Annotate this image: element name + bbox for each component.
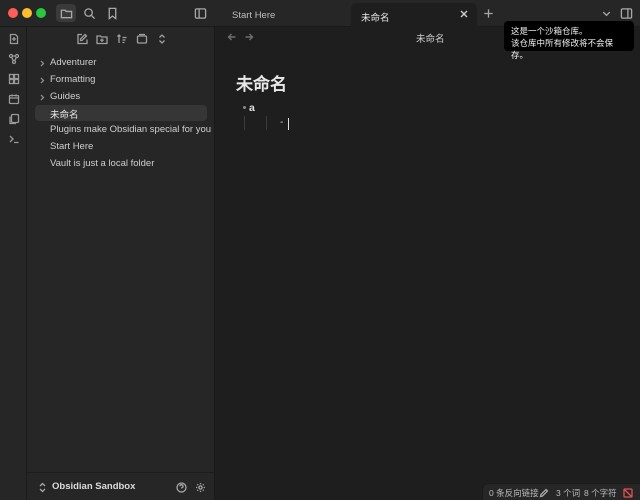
window-minimize-button[interactable] [22, 8, 32, 18]
forward-arrow-icon[interactable] [244, 31, 257, 44]
tab-untitled[interactable]: 未命名 [351, 3, 477, 27]
new-folder-icon[interactable] [94, 31, 109, 46]
status-bar: 0 条反向链接 3 个词 8 个字符 [482, 483, 640, 500]
sidebar-item-label: Adventurer [50, 57, 97, 68]
help-icon[interactable] [174, 480, 188, 494]
chevron-down-icon[interactable] [596, 4, 616, 22]
right-sidebar-toggle-icon[interactable] [616, 4, 636, 22]
calendar-icon[interactable] [6, 91, 21, 106]
chevron-right-icon [39, 93, 46, 101]
sidebar-item-start-here[interactable]: Start Here [35, 139, 207, 155]
sub-line-text[interactable]: - [280, 117, 283, 128]
tab-start-here[interactable]: Start Here [222, 3, 350, 27]
tab-label: 未命名 [361, 13, 390, 24]
canvas-icon[interactable] [6, 71, 21, 86]
sort-icon[interactable] [114, 31, 129, 46]
indent-guide [266, 116, 267, 130]
pencil-icon[interactable] [539, 487, 550, 498]
sidebar-item-adventurer[interactable]: Adventurer [35, 55, 207, 71]
new-tab-icon[interactable] [478, 4, 498, 22]
vault-switcher[interactable]: Obsidian Sandbox [27, 472, 215, 500]
sidebar-item-label: Plugins make Obsidian special for you [50, 124, 212, 135]
sidebar-item-guides[interactable]: Guides [35, 89, 207, 105]
sidebar-item-formatting[interactable]: Formatting [35, 72, 207, 88]
vault-name[interactable]: Obsidian Sandbox [52, 481, 135, 492]
sidebar-item-untitled[interactable]: 未命名 [35, 105, 207, 121]
collapse-all-icon[interactable] [154, 31, 169, 46]
sidebar-toggle-icon[interactable] [190, 4, 210, 22]
editor-pane[interactable]: 未命名 未命名 a - [216, 27, 640, 500]
indent-guide [244, 116, 245, 130]
notice-line: 该仓库中所有修改将不会保存。 [511, 38, 614, 60]
sidebar-item-label: Start Here [50, 141, 94, 152]
gear-icon[interactable] [193, 480, 207, 494]
search-icon[interactable] [79, 4, 99, 22]
sidebar-item-plugins[interactable]: Plugins make Obsidian special for you [35, 122, 211, 138]
close-icon[interactable] [459, 9, 471, 21]
sync-off-icon[interactable] [623, 487, 634, 498]
sandbox-notice[interactable]: 这是一个沙箱仓库。 该仓库中所有修改将不会保存。 [504, 21, 634, 60]
ribbon [0, 27, 27, 500]
window-maximize-button[interactable] [36, 8, 46, 18]
notice-line: 这是一个沙箱仓库。 [511, 26, 588, 36]
auto-reveal-icon[interactable] [134, 31, 149, 46]
file-explorer-sidebar: Adventurer Formatting Guides 未命名 Plugins… [27, 27, 215, 500]
sidebar-item-vault-folder[interactable]: Vault is just a local folder [35, 156, 207, 172]
chevron-up-down-icon[interactable] [35, 480, 49, 494]
sidebar-item-label: Guides [50, 91, 81, 102]
sidebar-item-label: 未命名 [50, 110, 79, 121]
quick-switcher-icon[interactable] [6, 31, 21, 46]
char-count: 8 个字符 [584, 488, 617, 498]
backlinks-count[interactable]: 0 条反向链接 [489, 487, 539, 499]
note-title[interactable]: 未命名 [236, 70, 287, 95]
new-note-icon[interactable] [74, 31, 89, 46]
tab-label: Start Here [232, 10, 276, 21]
templates-icon[interactable] [6, 111, 21, 126]
word-count: 3 个词 [556, 488, 581, 498]
terminal-icon[interactable] [6, 131, 21, 146]
sidebar-item-label: Formatting [50, 74, 96, 85]
back-arrow-icon[interactable] [227, 31, 240, 44]
file-explorer-icon[interactable] [56, 4, 76, 22]
text-caret [288, 118, 289, 130]
chevron-right-icon [39, 76, 46, 84]
chevron-right-icon [39, 59, 46, 67]
window-close-button[interactable] [8, 8, 18, 18]
sidebar-item-label: Vault is just a local folder [50, 158, 155, 169]
graph-view-icon[interactable] [6, 51, 21, 66]
list-bullet [243, 106, 246, 109]
view-header-title[interactable]: 未命名 [416, 31, 445, 45]
list-item-text[interactable]: a [249, 102, 255, 114]
bookmark-icon[interactable] [102, 4, 122, 22]
